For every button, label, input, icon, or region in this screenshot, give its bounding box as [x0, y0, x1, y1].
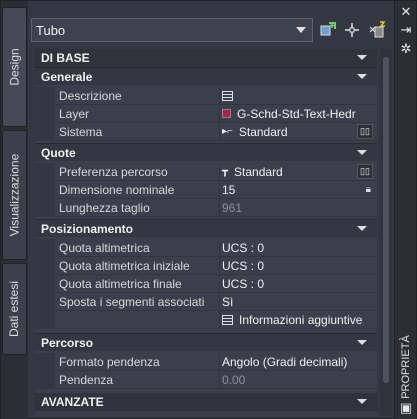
- chevron-down-icon: [357, 399, 367, 404]
- crosshair-icon: [345, 23, 359, 37]
- tab-visualizzazione-label: Visualizzazione: [7, 153, 22, 237]
- prop-lunghezza-taglio-value: 961: [219, 198, 377, 217]
- property-grid: DI BASE Generale Descrizione Layer G-Sch…: [35, 49, 377, 416]
- prop-row-layer[interactable]: Layer G-Schd-Std-Text-Hedr: [35, 104, 377, 123]
- prop-quota-altimetrica-label: Quota altimetrica: [59, 240, 150, 255]
- section-avanzate[interactable]: AVANZATE: [35, 393, 377, 411]
- prop-sposta-segmenti-value[interactable]: Sì: [219, 292, 377, 311]
- chevron-down-icon: [296, 27, 306, 33]
- prop-formato-pendenza-value[interactable]: Angolo (Gradi decimali): [219, 352, 377, 371]
- category-quote[interactable]: Quote: [35, 143, 377, 161]
- gear-icon[interactable]: ✲: [398, 42, 414, 56]
- select-objects-button[interactable]: [342, 20, 362, 40]
- prop-pendenza-label: Pendenza: [59, 372, 114, 387]
- quick-select-button[interactable]: [318, 20, 338, 40]
- system-icon: ▸⌐: [222, 126, 233, 137]
- section-di-base-label: DI BASE: [41, 51, 90, 65]
- palette-menu-icon[interactable]: ▣: [398, 401, 414, 415]
- object-type-select[interactable]: Tubo: [31, 18, 313, 42]
- section-avanzate-label: AVANZATE: [41, 395, 104, 409]
- prop-sistema-value[interactable]: ▸⌐ Standard ▯▯: [219, 122, 377, 141]
- chevron-down-icon: [357, 226, 367, 231]
- prop-row-preferenza-percorso[interactable]: Preferenza percorso ┳ Standard ▯▯: [35, 162, 377, 181]
- chevron-down-icon: [357, 74, 367, 79]
- table-icon: [222, 314, 233, 325]
- prop-sistema-label: Sistema: [59, 124, 103, 139]
- prop-layer-label: Layer: [59, 106, 90, 121]
- chevron-down-icon: [357, 55, 367, 60]
- chevron-down-icon: [357, 150, 367, 155]
- scrollbar-thumb[interactable]: [383, 57, 389, 383]
- category-percorso-label: Percorso: [41, 335, 94, 350]
- prop-row-informazioni[interactable]: Informazioni aggiuntive: [35, 310, 377, 329]
- vertical-tabs: Design Visualizzazione Dati estesi: [1, 1, 28, 419]
- auto-hide-icon[interactable]: ⇥: [398, 23, 414, 37]
- prop-quota-altimetrica-iniziale-label: Quota altimetrica iniziale: [59, 258, 190, 273]
- toggle-pickadd-button[interactable]: [367, 20, 387, 40]
- palette-title-bar[interactable]: ✕ ⇥ ✲ PROPRIETÀ ▣: [394, 1, 416, 419]
- category-quote-label: Quote: [41, 145, 76, 160]
- browse-button[interactable]: ▯▯: [357, 123, 373, 139]
- prop-row-dimensione-nominale[interactable]: Dimensione nominale 15 🔒︎: [35, 180, 377, 199]
- chevron-down-icon: [357, 340, 367, 345]
- prop-quota-altimetrica-value[interactable]: UCS : 0: [219, 238, 377, 257]
- toolbar: Tubo: [31, 17, 395, 45]
- tab-dati-estesi-label: Dati estesi: [7, 280, 22, 338]
- prop-row-lunghezza-taglio[interactable]: Lunghezza taglio 961: [35, 198, 377, 217]
- pickadd-icon: [369, 21, 386, 38]
- prop-quota-altimetrica-finale-value[interactable]: UCS : 0: [219, 274, 377, 293]
- prop-row-descrizione[interactable]: Descrizione: [35, 86, 377, 105]
- prop-descrizione-label: Descrizione: [59, 88, 122, 103]
- prop-row-sposta-segmenti[interactable]: Sposta i segmenti associati Sì: [35, 292, 377, 311]
- prop-row-formato-pendenza[interactable]: Formato pendenza Angolo (Gradi decimali): [35, 352, 377, 371]
- category-posizionamento-label: Posizionamento: [41, 221, 134, 236]
- quick-select-icon: [320, 22, 336, 36]
- close-icon[interactable]: ✕: [398, 5, 414, 19]
- prop-sposta-segmenti-label: Sposta i segmenti associati: [59, 294, 205, 309]
- prop-dimensione-nominale-value[interactable]: 15 🔒︎: [219, 180, 377, 199]
- prop-lunghezza-taglio-label: Lunghezza taglio: [59, 200, 150, 215]
- prop-row-quota-altimetrica[interactable]: Quota altimetrica UCS : 0: [35, 238, 377, 257]
- prop-preferenza-percorso-label: Preferenza percorso: [59, 164, 168, 179]
- vertical-scrollbar[interactable]: [380, 49, 392, 416]
- tab-design[interactable]: Design: [2, 7, 27, 127]
- category-generale-label: Generale: [41, 69, 93, 84]
- prop-row-pendenza[interactable]: Pendenza 0.00: [35, 370, 377, 389]
- fitting-icon: ┳: [222, 166, 229, 177]
- lock-icon[interactable]: 🔒︎: [366, 184, 371, 195]
- prop-row-sistema[interactable]: Sistema ▸⌐ Standard ▯▯: [35, 122, 377, 141]
- prop-pendenza-value: 0.00: [219, 370, 377, 389]
- category-generale[interactable]: Generale: [35, 67, 377, 85]
- prop-quota-altimetrica-iniziale-value[interactable]: UCS : 0: [219, 256, 377, 275]
- prop-quota-altimetrica-finale-label: Quota altimetrica finale: [59, 276, 182, 291]
- category-percorso[interactable]: Percorso: [35, 333, 377, 351]
- browse-button[interactable]: ▯▯: [357, 163, 373, 179]
- object-type-value: Tubo: [36, 22, 66, 38]
- tab-dati-estesi[interactable]: Dati estesi: [2, 263, 27, 355]
- tab-visualizzazione[interactable]: Visualizzazione: [2, 130, 27, 260]
- prop-informazioni-value[interactable]: Informazioni aggiuntive: [219, 310, 377, 329]
- prop-descrizione-value[interactable]: [219, 86, 377, 105]
- prop-formato-pendenza-label: Formato pendenza: [59, 354, 160, 369]
- layer-color-swatch: [222, 109, 231, 118]
- palette-title: PROPRIETÀ: [400, 335, 413, 399]
- prop-row-quota-altimetrica-iniziale[interactable]: Quota altimetrica iniziale UCS : 0: [35, 256, 377, 275]
- tab-design-label: Design: [7, 48, 22, 86]
- prop-row-quota-altimetrica-finale[interactable]: Quota altimetrica finale UCS : 0: [35, 274, 377, 293]
- prop-layer-value[interactable]: G-Schd-Std-Text-Hedr: [219, 104, 377, 123]
- category-posizionamento[interactable]: Posizionamento: [35, 219, 377, 237]
- table-icon: [222, 90, 233, 101]
- properties-palette: Design Visualizzazione Dati estesi ✕ ⇥ ✲…: [0, 0, 417, 419]
- section-di-base[interactable]: DI BASE: [35, 49, 377, 67]
- prop-dimensione-nominale-label: Dimensione nominale: [59, 182, 175, 197]
- prop-preferenza-percorso-value[interactable]: ┳ Standard ▯▯: [219, 162, 377, 181]
